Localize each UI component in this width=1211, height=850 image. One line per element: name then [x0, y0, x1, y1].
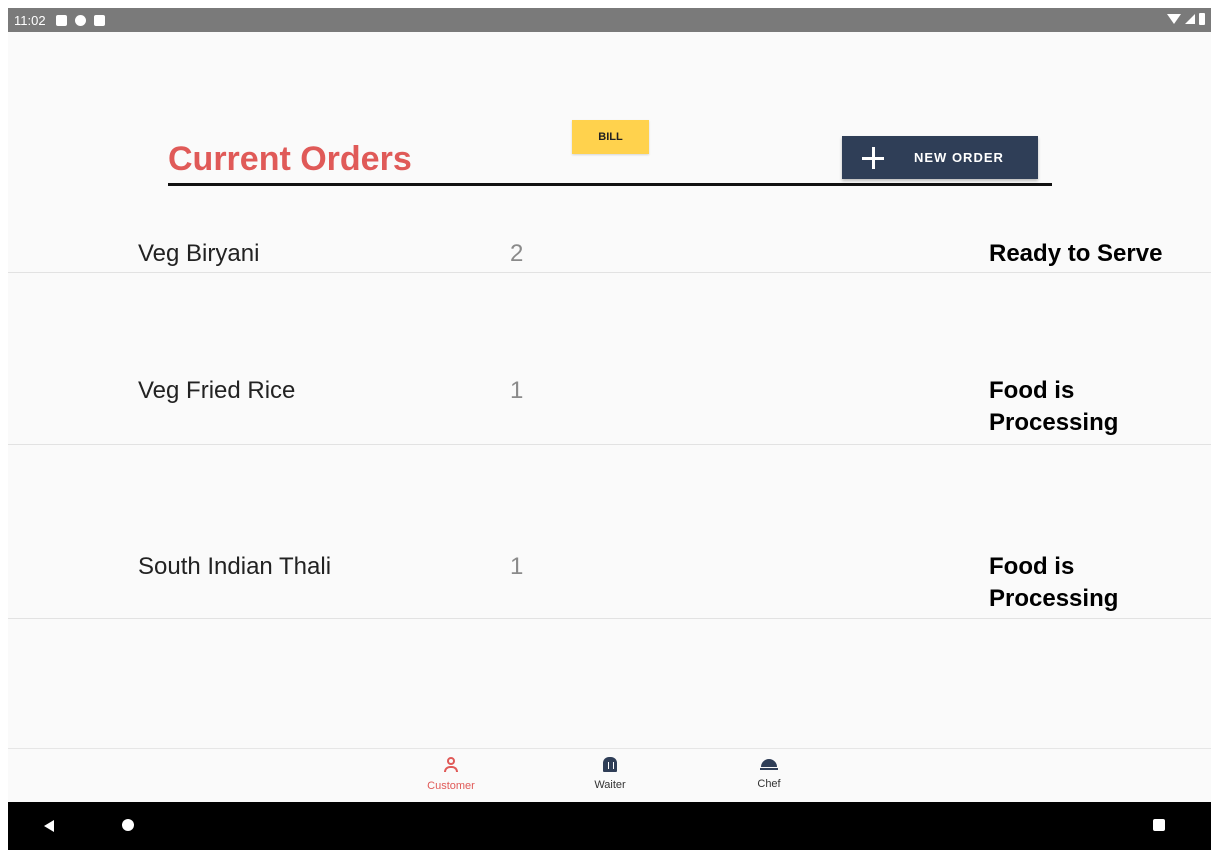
order-name: South Indian Thali — [138, 553, 332, 580]
signal-icon — [1185, 14, 1195, 24]
orders-header: Current Orders BILL NEW ORDER — [168, 118, 1052, 186]
order-row[interactable]: South Indian Thali 1 Food is Processing — [8, 445, 1211, 619]
nav-customer-label: Customer — [427, 780, 475, 792]
home-icon[interactable] — [122, 819, 134, 831]
wifi-icon — [1167, 14, 1181, 24]
nav-chef-label: Chef — [757, 778, 781, 790]
system-navigation-bar — [8, 802, 1211, 850]
order-quantity: 1 — [510, 553, 524, 580]
order-status: Food is Processing — [989, 377, 1119, 436]
order-quantity: 1 — [510, 377, 524, 404]
order-name: Veg Biryani — [138, 240, 260, 267]
recents-icon[interactable] — [1153, 819, 1165, 831]
order-quantity: 2 — [510, 240, 524, 267]
status-time: 11:02 — [14, 12, 46, 28]
bottom-navigation: Customer Waiter Chef — [8, 748, 1211, 802]
bill-button[interactable]: BILL — [572, 120, 649, 154]
order-status: Ready to Serve — [989, 240, 1163, 267]
cloche-icon — [760, 757, 778, 771]
waiter-icon — [603, 757, 617, 772]
back-icon[interactable] — [44, 820, 54, 832]
order-name: Veg Fried Rice — [138, 377, 296, 404]
page-title: Current Orders — [168, 140, 412, 178]
status-bar: 11:02 — [8, 8, 1211, 32]
sd-card-icon — [93, 14, 105, 26]
app-screen: 11:02 Current Orders BILL NEW ORDER Veg … — [8, 8, 1211, 850]
notification-a-icon — [55, 14, 67, 26]
order-row[interactable]: Veg Biryani 2 Ready to Serve — [8, 210, 1211, 273]
status-right-icons — [1167, 13, 1205, 25]
new-order-button[interactable]: NEW ORDER — [842, 136, 1038, 179]
order-row[interactable]: Veg Fried Rice 1 Food is Processing — [8, 273, 1211, 445]
plus-icon — [862, 146, 884, 169]
nav-customer[interactable]: Customer — [401, 757, 501, 792]
nav-waiter-label: Waiter — [594, 779, 626, 791]
user-icon — [443, 757, 459, 773]
new-order-label: NEW ORDER — [914, 150, 1004, 165]
battery-icon — [1199, 13, 1205, 25]
order-status: Food is Processing — [989, 553, 1119, 612]
nav-chef[interactable]: Chef — [719, 757, 819, 790]
nav-waiter[interactable]: Waiter — [560, 757, 660, 791]
sync-icon — [74, 14, 86, 26]
